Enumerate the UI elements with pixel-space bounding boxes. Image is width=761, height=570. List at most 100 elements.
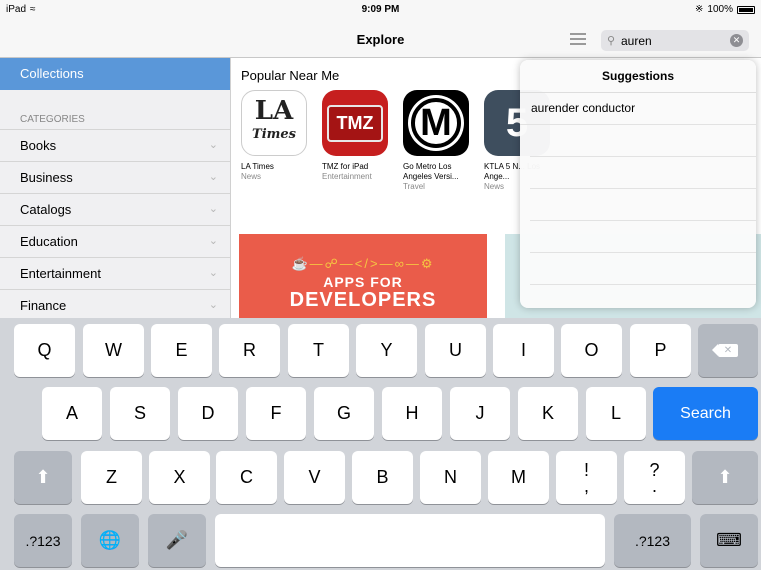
- key-j[interactable]: J: [450, 387, 510, 440]
- app-name: TMZ for iPad: [322, 162, 369, 171]
- search-box[interactable]: ⚲ ✕: [601, 30, 749, 51]
- key-exclamation-comma[interactable]: !,: [556, 451, 617, 504]
- app-category: Travel: [403, 182, 425, 191]
- chevron-down-icon: ⌄: [208, 267, 218, 279]
- la-times-icon: LA Times: [241, 90, 307, 156]
- sidebar-item-education[interactable]: Education ⌄: [0, 226, 230, 258]
- key-n[interactable]: N: [420, 451, 481, 504]
- key-q[interactable]: Q: [14, 324, 75, 377]
- key-s[interactable]: S: [110, 387, 170, 440]
- app-tile-tmz[interactable]: TMZ TMZ for iPad Entertainment: [322, 90, 388, 192]
- dictation-key[interactable]: 🎤: [148, 514, 206, 567]
- backspace-icon: ✕: [712, 344, 738, 357]
- key-v[interactable]: V: [284, 451, 345, 504]
- clear-icon[interactable]: ✕: [730, 34, 743, 47]
- hide-keyboard-key[interactable]: ⌨: [700, 514, 758, 567]
- key-l[interactable]: L: [586, 387, 646, 440]
- banner-decoration-icon: ☕—☍—</>—∞—⚙: [291, 256, 435, 271]
- suggestions-popover: Suggestions aurender conductor: [520, 60, 756, 308]
- app-category: Entertainment: [322, 172, 372, 181]
- section-title: Popular Near Me: [241, 68, 340, 83]
- suggestion-empty-row: [530, 189, 756, 221]
- tmz-icon: TMZ: [322, 90, 388, 156]
- key-x[interactable]: X: [149, 451, 210, 504]
- microphone-icon: 🎤: [165, 530, 189, 550]
- key-r[interactable]: R: [219, 324, 280, 377]
- globe-icon: 🌐: [98, 530, 122, 550]
- battery-icon: [737, 5, 755, 14]
- sidebar: Collections CATEGORIES Books ⌄ Business ⌄ …: [0, 58, 231, 322]
- keyboard-icon: ⌨: [716, 530, 742, 550]
- sidebar-item-label: Finance: [20, 298, 67, 313]
- app-category: News: [241, 172, 262, 181]
- key-f[interactable]: F: [246, 387, 306, 440]
- clock: 9:09 PM: [361, 4, 400, 15]
- sidebar-item-label: Entertainment: [20, 266, 101, 281]
- suggestion-empty-row: [530, 125, 756, 157]
- chevron-down-icon: ⌄: [208, 203, 218, 215]
- developers-banner[interactable]: ☕—☍—</>—∞—⚙ APPS FOR DEVELOPERS: [239, 234, 487, 318]
- nav-bar: Explore ⚲ ✕: [0, 20, 761, 58]
- metro-icon: M: [403, 90, 469, 156]
- key-c[interactable]: C: [216, 451, 277, 504]
- bluetooth-icon: ※: [695, 4, 704, 15]
- chevron-down-icon: ⌄: [208, 235, 218, 247]
- key-m[interactable]: M: [488, 451, 549, 504]
- numbers-key-left[interactable]: .?123: [14, 514, 72, 567]
- suggestion-empty-row: [530, 221, 756, 253]
- app-tile-go-metro[interactable]: M Go Metro Los Angeles Versi... Travel: [403, 90, 469, 192]
- search-key[interactable]: Search: [653, 387, 758, 440]
- app-name: LA Times: [241, 162, 274, 171]
- chevron-down-icon: ⌄: [208, 171, 218, 183]
- suggestion-empty-row: [530, 157, 756, 189]
- key-d[interactable]: D: [178, 387, 238, 440]
- shift-icon: ⬆: [717, 467, 733, 487]
- sidebar-item-label: Books: [20, 138, 57, 153]
- search-input[interactable]: [621, 32, 721, 49]
- key-b[interactable]: B: [352, 451, 413, 504]
- keyboard: Q W E R T Y U I O P ✕ A S D F G H J K L …: [0, 318, 761, 570]
- key-a[interactable]: A: [42, 387, 102, 440]
- status-bar: iPad ≈ 9:09 PM ※ 100%: [0, 0, 761, 20]
- battery-percent: 100%: [707, 4, 733, 15]
- chevron-down-icon: ⌄: [208, 299, 218, 311]
- app-tile-la-times[interactable]: LA Times LA Times News: [241, 90, 307, 192]
- chevron-down-icon: ⌄: [208, 139, 218, 151]
- suggestion-item[interactable]: aurender conductor: [520, 93, 756, 125]
- sidebar-item-books[interactable]: Books ⌄: [0, 130, 230, 162]
- sidebar-item-collections[interactable]: Collections: [0, 58, 230, 90]
- suggestions-title: Suggestions: [520, 60, 756, 93]
- numbers-key-right[interactable]: .?123: [614, 514, 691, 567]
- key-y[interactable]: Y: [356, 324, 417, 377]
- app-list: LA Times LA Times News TMZ TMZ for iPad E…: [241, 90, 550, 192]
- app-name: Go Metro Los Angeles Versi...: [403, 162, 459, 181]
- banner-line2: DEVELOPERS: [289, 289, 437, 311]
- globe-key[interactable]: 🌐: [81, 514, 139, 567]
- key-u[interactable]: U: [425, 324, 486, 377]
- sidebar-item-label: Education: [20, 234, 78, 249]
- sidebar-item-business[interactable]: Business ⌄: [0, 162, 230, 194]
- sidebar-item-catalogs[interactable]: Catalogs ⌄: [0, 194, 230, 226]
- list-icon[interactable]: [570, 33, 586, 45]
- key-k[interactable]: K: [518, 387, 578, 440]
- key-i[interactable]: I: [493, 324, 554, 377]
- delete-key[interactable]: ✕: [698, 324, 758, 377]
- key-z[interactable]: Z: [81, 451, 142, 504]
- key-question-period[interactable]: ?.: [624, 451, 685, 504]
- key-p[interactable]: P: [630, 324, 691, 377]
- sidebar-item-entertainment[interactable]: Entertainment ⌄: [0, 258, 230, 290]
- key-h[interactable]: H: [382, 387, 442, 440]
- suggestion-empty-row: [530, 253, 756, 285]
- search-icon: ⚲: [607, 35, 616, 47]
- key-t[interactable]: T: [288, 324, 349, 377]
- shift-key-right[interactable]: ⬆: [692, 451, 758, 504]
- shift-icon: ⬆: [35, 467, 51, 487]
- space-bar[interactable]: [215, 514, 605, 567]
- banner-line1: APPS FOR: [323, 274, 403, 290]
- key-e[interactable]: E: [151, 324, 212, 377]
- shift-key-left[interactable]: ⬆: [14, 451, 72, 504]
- key-g[interactable]: G: [314, 387, 374, 440]
- key-w[interactable]: W: [83, 324, 144, 377]
- key-o[interactable]: O: [561, 324, 622, 377]
- sidebar-item-label: Business: [20, 170, 73, 185]
